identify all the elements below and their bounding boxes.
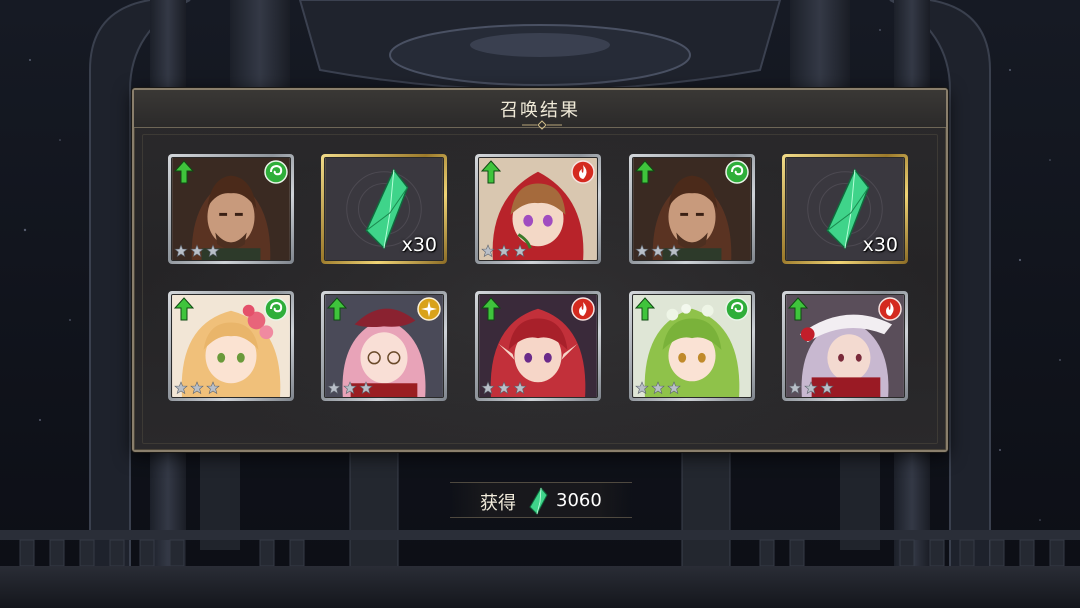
result-card[interactable]	[629, 291, 755, 401]
upgrade-arrow-icon	[635, 160, 655, 184]
dialog-title: 召唤结果	[500, 100, 580, 121]
rarity-stars-icon	[327, 381, 373, 395]
obtained-amount: 3060	[556, 490, 602, 511]
result-card[interactable]	[168, 154, 294, 264]
result-card[interactable]	[475, 154, 601, 264]
upgrade-arrow-icon	[481, 160, 501, 184]
item-quantity: x30	[401, 234, 437, 256]
rarity-stars-icon	[635, 244, 681, 258]
dialog-header: 召唤结果	[134, 90, 946, 130]
upgrade-arrow-icon	[788, 297, 808, 321]
fire-element-icon	[571, 160, 595, 184]
wind-element-icon	[264, 297, 288, 321]
light-element-icon	[417, 297, 441, 321]
result-card[interactable]	[321, 291, 447, 401]
title-ornament-icon	[522, 120, 562, 130]
upgrade-arrow-icon	[327, 297, 347, 321]
item-quantity: x30	[862, 234, 898, 256]
result-card[interactable]	[629, 154, 755, 264]
wind-element-icon	[725, 297, 749, 321]
result-card[interactable]: x30	[321, 154, 447, 264]
fire-element-icon	[571, 297, 595, 321]
result-card[interactable]	[168, 291, 294, 401]
result-card[interactable]: x30	[782, 154, 908, 264]
wind-element-icon	[725, 160, 749, 184]
result-card[interactable]	[782, 291, 908, 401]
upgrade-arrow-icon	[174, 160, 194, 184]
wind-element-icon	[264, 160, 288, 184]
upgrade-arrow-icon	[481, 297, 501, 321]
rarity-stars-icon	[174, 381, 220, 395]
rarity-stars-icon	[481, 381, 527, 395]
upgrade-arrow-icon	[174, 297, 194, 321]
result-card[interactable]	[475, 291, 601, 401]
upgrade-arrow-icon	[635, 297, 655, 321]
fire-element-icon	[878, 297, 902, 321]
obtained-total-bar: 获得 3060	[450, 482, 632, 518]
obtained-label: 获得	[480, 493, 516, 514]
green-crystal-icon	[529, 487, 548, 515]
rarity-stars-icon	[481, 244, 527, 258]
rarity-stars-icon	[635, 381, 681, 395]
rarity-stars-icon	[788, 381, 834, 395]
rarity-stars-icon	[174, 244, 220, 258]
